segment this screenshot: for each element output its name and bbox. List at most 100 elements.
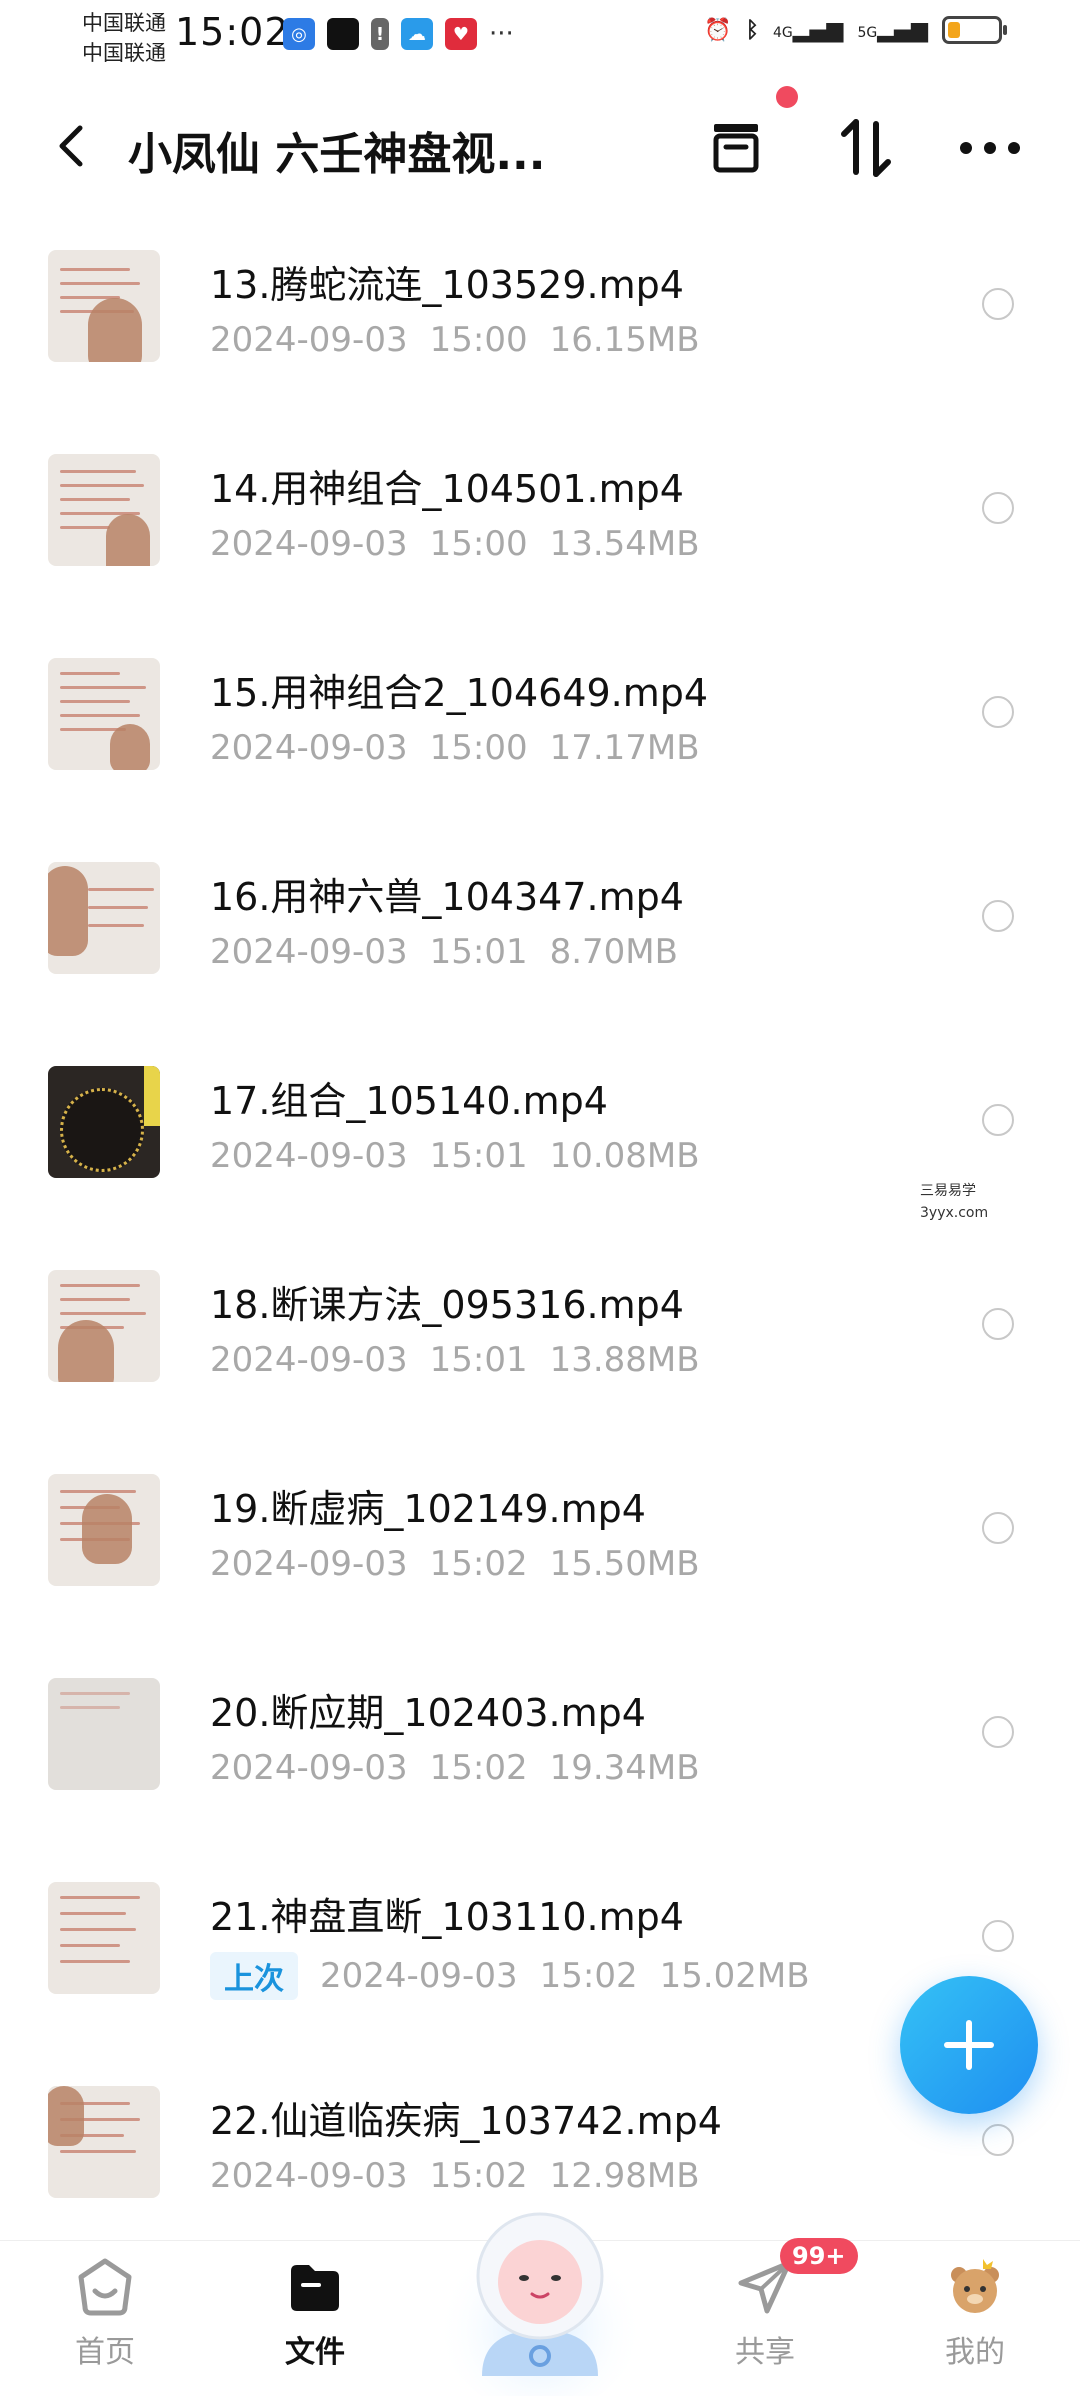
- system-icons: ⏰ ᛒ 4G▂▄▆ 5G▂▄▆: [704, 16, 1007, 44]
- file-name: 19.断虚病_102149.mp4: [210, 1487, 646, 1531]
- file-time: 15:01: [429, 1340, 528, 1380]
- select-radio[interactable]: [982, 2124, 1014, 2156]
- video-thumbnail: [48, 1474, 160, 1586]
- nav-mine-label: 我的: [945, 2335, 1005, 2370]
- select-radio[interactable]: [982, 1512, 1014, 1544]
- file-time: 15:00: [429, 728, 528, 768]
- select-radio[interactable]: [982, 492, 1014, 524]
- nav-mine[interactable]: 我的: [905, 2255, 1045, 2371]
- file-date: 2024-09-03: [210, 932, 408, 972]
- file-size: 17.17MB: [549, 728, 700, 768]
- app-notification-icon: ◎: [283, 18, 315, 50]
- signal-4g-icon: 4G▂▄▆: [772, 17, 844, 43]
- file-name: 14.用神组合_104501.mp4: [210, 467, 684, 511]
- battery-icon: [942, 16, 1007, 44]
- video-thumbnail: [48, 1882, 160, 1994]
- file-name: 20.断应期_102403.mp4: [210, 1691, 646, 1735]
- file-row[interactable]: 19.断虚病_102149.mp4 2024-09-03 15:02 15.50…: [0, 1448, 1080, 1652]
- nav-files[interactable]: 文件: [245, 2255, 385, 2371]
- file-size: 8.70MB: [549, 932, 678, 972]
- folder-icon: [291, 2265, 339, 2311]
- file-name: 18.断课方法_095316.mp4: [210, 1283, 684, 1327]
- add-button[interactable]: [900, 1976, 1038, 2114]
- select-radio[interactable]: [982, 696, 1014, 728]
- file-name: 13.腾蛇流连_103529.mp4: [210, 263, 684, 307]
- file-row[interactable]: 15.用神组合2_104649.mp4 2024-09-03 15:00 17.…: [0, 632, 1080, 836]
- video-thumbnail: [48, 1270, 160, 1382]
- file-date: 2024-09-03: [210, 320, 408, 360]
- select-radio[interactable]: [982, 288, 1014, 320]
- file-size: 15.50MB: [549, 1544, 700, 1584]
- file-meta: 上次 2024-09-03 15:02 15.02MB: [210, 1952, 832, 2000]
- file-row[interactable]: 14.用神组合_104501.mp4 2024-09-03 15:00 13.5…: [0, 428, 1080, 632]
- file-row[interactable]: 20.断应期_102403.mp4 2024-09-03 15:02 19.34…: [0, 1652, 1080, 1856]
- file-name: 15.用神组合2_104649.mp4: [210, 671, 709, 715]
- file-meta: 2024-09-03 15:01 10.08MB: [210, 1136, 722, 1176]
- home-icon: [78, 2258, 132, 2316]
- file-size: 13.54MB: [549, 524, 700, 564]
- status-clock: 15:02: [175, 10, 290, 54]
- nav-share-label: 共享: [735, 2335, 795, 2370]
- file-name: 22.仙道临疾病_103742.mp4: [210, 2099, 722, 2143]
- video-thumbnail: [48, 862, 160, 974]
- app-notification-icon: ♥: [445, 18, 477, 50]
- file-list: 13.腾蛇流连_103529.mp4 2024-09-03 15:00 16.1…: [0, 224, 1080, 2264]
- file-date: 2024-09-03: [210, 728, 408, 768]
- file-name: 17.组合_105140.mp4: [210, 1079, 608, 1123]
- file-time: 15:00: [429, 320, 528, 360]
- alarm-icon: ⏰: [704, 17, 732, 43]
- bear-avatar-icon: [951, 2259, 999, 2313]
- nav-home[interactable]: 首页: [35, 2255, 175, 2371]
- file-date: 2024-09-03: [210, 1136, 408, 1176]
- alert-notification-icon: !: [371, 18, 389, 50]
- select-radio[interactable]: [982, 1308, 1014, 1340]
- select-radio[interactable]: [982, 1920, 1014, 1952]
- file-time: 15:02: [539, 1956, 638, 1996]
- file-time: 15:02: [429, 1748, 528, 1788]
- file-name: 16.用神六兽_104347.mp4: [210, 875, 684, 919]
- watermark-line-2: 3yyx.com: [920, 1205, 989, 1221]
- last-viewed-tag: 上次: [210, 1952, 298, 2000]
- select-radio[interactable]: [982, 1716, 1014, 1748]
- video-thumbnail: [48, 250, 160, 362]
- video-thumbnail: [48, 658, 160, 770]
- file-name: 21.神盘直断_103110.mp4: [210, 1895, 684, 1939]
- video-thumbnail: [48, 1678, 160, 1790]
- file-date: 2024-09-03: [210, 1748, 408, 1788]
- file-meta: 2024-09-03 15:02 19.34MB: [210, 1748, 722, 1788]
- file-meta: 2024-09-03 15:01 13.88MB: [210, 1340, 722, 1380]
- app-notification-icon: [327, 18, 359, 50]
- watermark: 三易易学 3yyx.com: [920, 1180, 988, 1224]
- file-row[interactable]: 16.用神六兽_104347.mp4 2024-09-03 15:01 8.70…: [0, 836, 1080, 1040]
- select-radio[interactable]: [982, 1104, 1014, 1136]
- nav-files-label: 文件: [285, 2335, 345, 2370]
- file-meta: 2024-09-03 15:02 15.50MB: [210, 1544, 722, 1584]
- sort-arrows-icon: [841, 119, 891, 177]
- signal-5g-icon: 5G▂▄▆: [857, 17, 928, 43]
- carrier-2: 中国联通: [82, 41, 166, 65]
- file-row[interactable]: 18.断课方法_095316.mp4 2024-09-03 15:01 13.8…: [0, 1244, 1080, 1448]
- file-size: 10.08MB: [549, 1136, 700, 1176]
- file-time: 15:01: [429, 1136, 528, 1176]
- weather-icon: ☁: [401, 18, 433, 50]
- sort-button[interactable]: [826, 108, 906, 188]
- file-meta: 2024-09-03 15:00 13.54MB: [210, 524, 722, 564]
- file-row[interactable]: 13.腾蛇流连_103529.mp4 2024-09-03 15:00 16.1…: [0, 224, 1080, 428]
- file-size: 16.15MB: [549, 320, 700, 360]
- more-button[interactable]: [950, 108, 1030, 188]
- bluetooth-icon: ᛒ: [745, 17, 759, 43]
- archive-button[interactable]: [696, 108, 776, 188]
- carrier-1: 中国联通: [82, 11, 166, 35]
- plus-icon: [944, 2020, 994, 2070]
- video-thumbnail: [48, 454, 160, 566]
- select-radio[interactable]: [982, 900, 1014, 932]
- file-row[interactable]: 17.组合_105140.mp4 2024-09-03 15:01 10.08M…: [0, 1040, 1080, 1244]
- assistant-mascot-button[interactable]: [432, 2180, 648, 2400]
- page-title: 小凤仙 六壬神盘视...: [128, 129, 546, 180]
- back-button[interactable]: [50, 118, 94, 174]
- file-size: 19.34MB: [549, 1748, 700, 1788]
- video-thumbnail: [48, 2086, 160, 2198]
- file-size: 15.02MB: [659, 1956, 810, 1996]
- more-notifications-icon: ···: [489, 19, 514, 49]
- file-date: 2024-09-03: [210, 1544, 408, 1584]
